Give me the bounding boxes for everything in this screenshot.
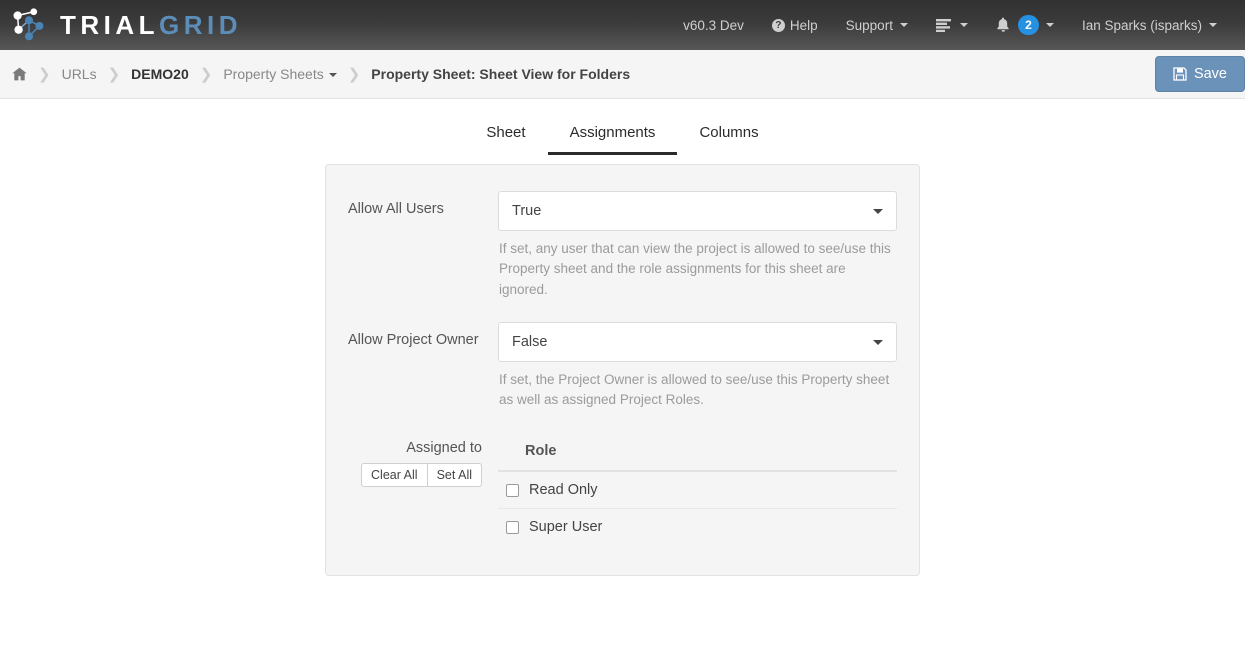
brand-logo[interactable]: TRIALGRID <box>10 7 242 43</box>
breadcrumb-separator: ❯ <box>347 66 361 83</box>
help-link[interactable]: ? Help <box>758 0 832 50</box>
page-title: Property Sheet: Sheet View for Folders <box>371 66 631 82</box>
allow-all-users-select[interactable]: True <box>498 191 897 231</box>
tab-assignments[interactable]: Assignments <box>547 115 678 155</box>
roles-table: Role Read Only Super User <box>498 440 897 545</box>
table-row[interactable]: Super User <box>498 509 897 545</box>
breadcrumb-property-sheets[interactable]: Property Sheets <box>223 66 337 82</box>
allow-project-owner-select[interactable]: False <box>498 321 897 362</box>
breadcrumb-separator: ❯ <box>38 66 51 83</box>
breadcrumb-home[interactable] <box>12 66 27 82</box>
chevron-down-icon <box>873 339 883 345</box>
user-name-label: Ian Sparks (isparks) <box>1081 17 1202 33</box>
chevron-down-icon <box>873 209 883 214</box>
assigned-to-section: Assigned to Clear All Set All Role Read … <box>348 440 897 545</box>
set-all-button[interactable]: Set All <box>427 463 482 488</box>
field-allow-project-owner: Allow Project Owner False If set, the Pr… <box>348 321 897 411</box>
allow-project-owner-label: Allow Project Owner <box>348 331 479 348</box>
assignments-panel: Allow All Users True If set, any user th… <box>325 164 920 577</box>
floppy-disk-icon <box>1173 67 1187 81</box>
breadcrumb-bar: ❯ URLs ❯ DEMO20 ❯ Property Sheets ❯ Prop… <box>0 50 1245 99</box>
navbar-right-menu: v60.3 Dev ? Help Support 2 Ian Sparks (i… <box>669 0 1231 50</box>
tab-columns[interactable]: Columns <box>677 115 780 155</box>
breadcrumb-separator: ❯ <box>107 66 121 83</box>
role-name-label: Super User <box>529 519 603 536</box>
task-list-icon <box>935 18 951 32</box>
support-menu[interactable]: Support <box>832 0 922 50</box>
breadcrumb-urls[interactable]: URLs <box>62 66 97 82</box>
user-menu[interactable]: Ian Sparks (isparks) <box>1068 0 1231 50</box>
brand-text-grid: GRID <box>159 9 243 40</box>
tab-sheet[interactable]: Sheet <box>464 115 547 155</box>
role-checkbox-read-only[interactable] <box>506 483 519 497</box>
chevron-down-icon <box>1045 23 1054 27</box>
save-button[interactable]: Save <box>1154 56 1245 92</box>
support-label: Support <box>845 17 893 33</box>
brand-text-trial: TRIAL <box>60 9 160 40</box>
allow-all-users-label: Allow All Users <box>348 201 444 217</box>
question-mark-icon: ? <box>771 18 785 32</box>
home-icon <box>12 67 27 81</box>
table-row[interactable]: Read Only <box>498 472 897 510</box>
brand-wordmark: TRIALGRID <box>60 10 242 41</box>
allow-all-users-value: True <box>512 203 542 219</box>
tasks-menu[interactable] <box>922 0 982 50</box>
tab-bar: Sheet Assignments Columns <box>0 115 1245 155</box>
help-label: Help <box>789 17 818 33</box>
breadcrumb-property-sheets-label: Property Sheets <box>223 66 324 82</box>
allow-project-owner-help: If set, the Project Owner is allowed to … <box>499 371 890 407</box>
top-navbar: TRIALGRID v60.3 Dev ? Help Support 2 Ian… <box>0 0 1245 50</box>
allow-all-users-control: True If set, any user that can view the … <box>498 191 897 300</box>
assigned-to-controls: Assigned to Clear All Set All <box>348 440 498 488</box>
chevron-down-icon <box>1209 23 1217 27</box>
assigned-to-label: Assigned to <box>406 440 482 457</box>
allow-project-owner-control: False If set, the Project Owner is allow… <box>498 321 897 411</box>
breadcrumb-project[interactable]: DEMO20 <box>131 66 189 82</box>
chevron-down-icon <box>899 23 908 27</box>
clear-all-button[interactable]: Clear All <box>361 463 428 488</box>
allow-project-owner-value: False <box>512 333 548 350</box>
field-allow-all-users: Allow All Users True If set, any user th… <box>348 191 897 300</box>
save-button-label: Save <box>1193 66 1227 82</box>
notifications-menu[interactable]: 2 <box>982 0 1068 50</box>
role-checkbox-super-user[interactable] <box>506 520 519 534</box>
version-text: v60.3 Dev <box>683 17 744 33</box>
breadcrumb: ❯ URLs ❯ DEMO20 ❯ Property Sheets ❯ Prop… <box>12 65 630 83</box>
breadcrumb-separator: ❯ <box>199 66 213 83</box>
chevron-down-icon <box>328 73 337 77</box>
role-name-label: Read Only <box>529 482 598 499</box>
assigned-to-button-group: Clear All Set All <box>361 463 482 488</box>
network-nodes-icon <box>13 8 44 41</box>
chevron-down-icon <box>959 23 968 27</box>
notification-badge: 2 <box>1017 15 1039 35</box>
version-label: v60.3 Dev <box>669 0 758 50</box>
allow-all-users-help: If set, any user that can view the proje… <box>499 241 891 297</box>
roles-column-header: Role <box>498 440 897 473</box>
bell-icon <box>997 17 1009 32</box>
